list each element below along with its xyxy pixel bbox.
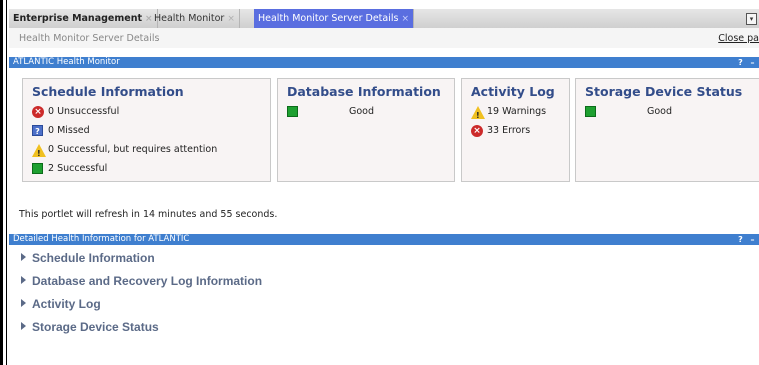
page-title: Health Monitor Server Details bbox=[19, 33, 160, 44]
portlet-title: ATLANTIC Health Monitor bbox=[13, 57, 120, 67]
minimize-icon[interactable]: – bbox=[747, 234, 758, 245]
database-information-title: Database Information bbox=[287, 84, 441, 99]
expand-arrow-icon bbox=[21, 276, 26, 284]
tab-label: Health Monitor Server Details bbox=[258, 13, 399, 24]
tab-health-monitor-server-details[interactable]: Health Monitor Server Details × bbox=[254, 9, 415, 28]
health-monitor-portlet: Schedule Information × 0 Unsuccessful ? … bbox=[9, 68, 759, 234]
portlet-header-detailed-health: Detailed Health Information for ATLANTIC… bbox=[9, 234, 759, 245]
tab-menu-icon[interactable]: ▾ bbox=[746, 13, 757, 25]
schedule-successful-text: 2 Successful bbox=[48, 163, 108, 174]
expand-arrow-icon bbox=[21, 253, 26, 261]
expand-arrow-icon bbox=[21, 322, 26, 330]
expand-arrow-icon bbox=[21, 299, 26, 307]
portlet-controls: ? – bbox=[735, 234, 759, 245]
question-icon: ? bbox=[32, 125, 43, 136]
help-icon[interactable]: ? bbox=[735, 234, 746, 245]
tab-bar: Enterprise Management × Health Monitor × H… bbox=[9, 9, 759, 29]
tab-health-monitor[interactable]: Health Monitor × bbox=[150, 9, 240, 28]
activity-log-box: Activity Log ! 19 Warnings × 33 Errors bbox=[461, 78, 570, 182]
portlet-controls: ? – bbox=[735, 57, 759, 68]
portlet-header-health-monitor: ATLANTIC Health Monitor ? – bbox=[9, 57, 759, 68]
tab-label: Enterprise Management bbox=[13, 13, 142, 24]
success-icon bbox=[32, 163, 43, 174]
schedule-attention-text: 0 Successful, but requires attention bbox=[48, 144, 218, 155]
storage-status-text: Good bbox=[647, 106, 673, 117]
error-icon: × bbox=[471, 125, 483, 137]
tab-close-icon[interactable]: × bbox=[401, 14, 409, 24]
database-status-text: Good bbox=[349, 106, 375, 117]
section-storage-device-status[interactable]: Storage Device Status bbox=[21, 319, 159, 335]
warning-icon: ! bbox=[32, 144, 46, 158]
page-header: Health Monitor Server Details Close pa bbox=[9, 28, 759, 48]
window-frame-left bbox=[0, 0, 3, 365]
tab-close-icon[interactable]: × bbox=[227, 14, 235, 24]
section-activity-log[interactable]: Activity Log bbox=[21, 296, 101, 312]
schedule-unsuccessful-text: 0 Unsuccessful bbox=[48, 106, 120, 117]
refresh-notice: This portlet will refresh in 14 minutes … bbox=[19, 209, 278, 220]
tab-label: Health Monitor bbox=[154, 13, 225, 24]
section-label: Schedule Information bbox=[32, 251, 155, 265]
activity-errors-text: 33 Errors bbox=[487, 125, 531, 136]
storage-device-status-title: Storage Device Status bbox=[585, 84, 743, 99]
section-label: Activity Log bbox=[32, 297, 101, 311]
activity-log-title: Activity Log bbox=[471, 84, 555, 99]
success-icon bbox=[585, 106, 596, 117]
section-schedule-information[interactable]: Schedule Information bbox=[21, 250, 155, 266]
close-page-link[interactable]: Close pa bbox=[718, 33, 759, 44]
minimize-icon[interactable]: – bbox=[747, 57, 758, 68]
help-icon[interactable]: ? bbox=[735, 57, 746, 68]
storage-device-status-box: Storage Device Status Good bbox=[575, 78, 759, 182]
tab-enterprise-management[interactable]: Enterprise Management × bbox=[9, 9, 158, 28]
warning-icon: ! bbox=[471, 106, 485, 120]
window-frame-left-inner bbox=[6, 0, 7, 365]
database-information-box: Database Information Good bbox=[277, 78, 455, 182]
activity-warnings-text: 19 Warnings bbox=[487, 106, 547, 117]
schedule-information-title: Schedule Information bbox=[32, 84, 184, 99]
section-database-recovery-log[interactable]: Database and Recovery Log Information bbox=[21, 273, 262, 289]
detailed-health-portlet: Schedule Information Database and Recove… bbox=[9, 245, 759, 365]
success-icon bbox=[287, 106, 298, 117]
section-label: Storage Device Status bbox=[32, 320, 159, 334]
schedule-missed-text: 0 Missed bbox=[48, 125, 90, 136]
section-label: Database and Recovery Log Information bbox=[32, 274, 263, 288]
schedule-information-box: Schedule Information × 0 Unsuccessful ? … bbox=[22, 78, 271, 182]
portlet-title: Detailed Health Information for ATLANTIC bbox=[13, 234, 190, 244]
error-icon: × bbox=[32, 106, 44, 118]
